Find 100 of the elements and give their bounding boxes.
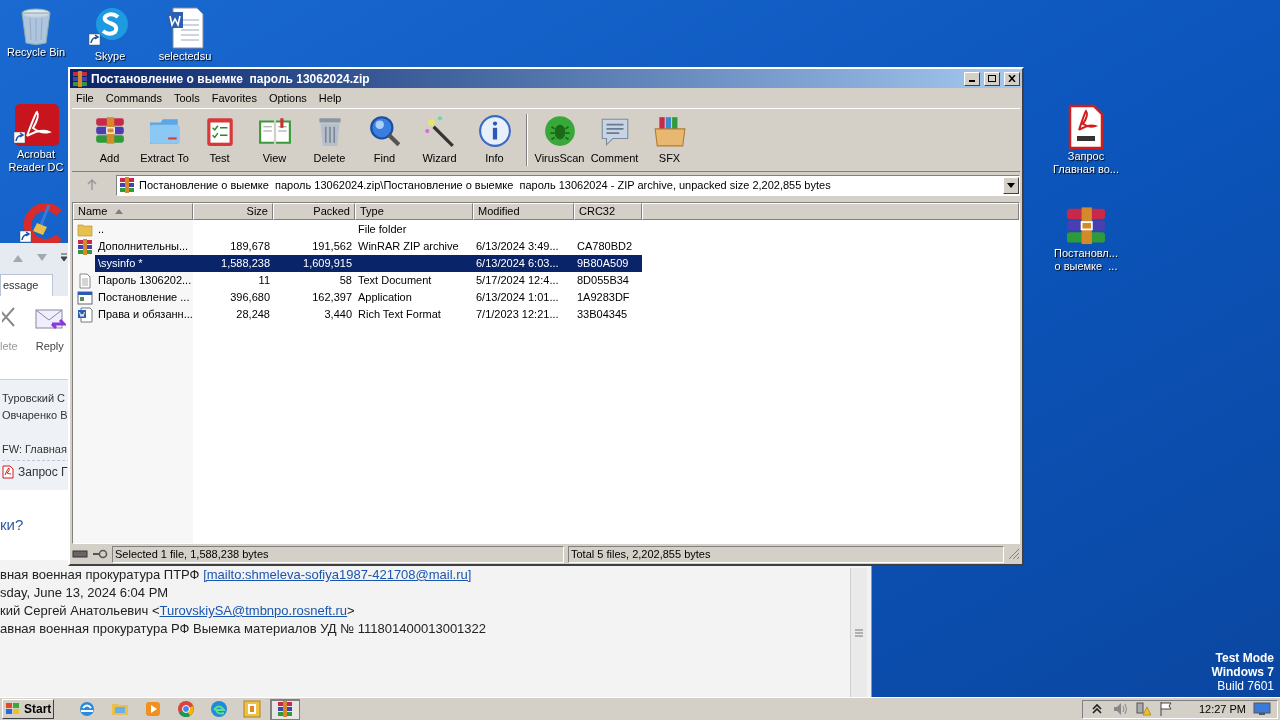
table-cell-text: 6/13/2024 6:03... [475,256,560,272]
show-desktop-icon[interactable] [1253,702,1271,716]
desktop-icon-label[interactable]: Запрос [1067,150,1105,163]
column-header[interactable]: Size [193,203,273,220]
file-row[interactable]: Права и обязанн... 28,248 3,440 Rich Text Format 7/1/2023 12:21... 33B04345 [95,306,642,323]
email-text-line: вная военная прокуратура ПТРФ [mailto:shmeleva-sofiya1987-421708@mail.ru] [0,566,473,584]
toolbar-button[interactable]: Delete [302,113,357,167]
table-cell-text: Rich Text Format [357,307,442,323]
ribbon-tab[interactable]: essage [0,274,54,296]
caret-icon [1007,182,1015,188]
word-document-icon [77,306,93,323]
file-name: Постановление ... [97,290,191,306]
archive-books-icon [72,70,88,87]
clock: 12:27 PM [1198,701,1246,717]
pdf-file-icon [1067,104,1105,150]
menu-item[interactable]: Favorites [206,89,262,107]
toolbar-button[interactable]: VirusScan [532,113,587,167]
scrollbar[interactable] [850,568,867,697]
menu-item[interactable]: Tools [169,89,205,107]
table-cell-text: 28,248 [235,307,271,323]
table-cell-text: 33B04345 [576,307,629,323]
file-row[interactable]: Постановление ... 396,680 162,397 Application 6/13/2024 1:01... 1A9283DF [95,289,642,306]
file-row[interactable]: .. File folder [95,221,642,238]
column-header[interactable]: Packed [273,203,355,220]
table-cell-text: Text Document [357,273,433,289]
scroll-grip-icon [855,628,863,637]
table-cell-text: 189,678 [229,239,271,255]
recipient-name: Туровский С [2,391,67,406]
email-text-line: кий Сергей Анатольевич <TurovskiySA@tmbnpo.rosneft.ru> [0,602,356,620]
ccleaner-icon [19,203,65,243]
file-row[interactable]: \sysinfo * 1,588,238 1,609,915 6/13/2024 6:03... 9B80A509 [95,255,642,272]
attachment-name[interactable]: Запрос Г [18,463,68,481]
edge-icon [210,700,228,718]
table-cell-text: Application [357,290,413,306]
desktop-icon-label[interactable]: о выемке ... [1054,260,1118,273]
resize-grip-icon[interactable] [1008,548,1020,560]
system-notice-text: Windows 7 [1211,665,1274,679]
email-link[interactable]: TurovskiySA@tmbnpo.rosneft.ru [159,603,348,618]
desktop-icon-label[interactable]: Постановл... [1054,247,1118,260]
file-name: Права и обязанн... [97,307,193,323]
dropdown-icon[interactable] [60,252,68,263]
maximize-button[interactable] [984,71,1000,86]
desktop-icon-label[interactable]: Reader DC [8,161,64,174]
toolbar-button[interactable]: Test [192,113,247,167]
toolbar-button[interactable]: Extract To [137,113,192,167]
column-header[interactable]: Type [355,203,473,220]
column-header[interactable]: Name [73,203,193,220]
file-row[interactable]: Пароль 1306202... 11 58 Text Document 5/17/2024 12:4... 8D055B34 [95,272,642,289]
table-cell-text: 5/17/2024 12:4... [475,273,560,289]
status-text: Total 5 files, 2,202,855 bytes [568,545,1004,563]
column-header[interactable]: Modified [473,203,574,220]
toolbar-button[interactable]: SFX [642,113,697,167]
start-button[interactable]: Start [2,699,54,719]
column-header[interactable]: CRC32 [574,203,642,220]
down-arrow-icon[interactable] [36,252,48,263]
desktop-icon-label[interactable]: Acrobat [17,148,55,161]
desktop-icon-label[interactable]: selectedsu [158,50,212,63]
info-icon [477,113,512,148]
toolbar-button[interactable]: Wizard [412,113,467,167]
sort-arrow-icon [115,209,124,214]
address-text: Постановление о выемке пароль 13062024.zip\Постановление о выемке пароль 13062024 - ZIP archive, unpacked size 2,202,855 bytes [139,177,832,193]
desktop-icon-label[interactable]: Skype [94,50,126,63]
toolbar-button[interactable]: Add [82,113,137,167]
menu-item[interactable]: Commands [100,89,167,107]
table-cell-text: 1,609,915 [302,256,353,272]
desktop-icon-label[interactable]: Recycle Bin [6,46,66,59]
network-icon[interactable] [1134,701,1151,717]
archive-books-icon [276,700,294,718]
table-cell-text: 9B80A509 [576,256,630,272]
toolbar-button[interactable]: Comment [587,113,642,167]
toolbar-button[interactable]: View [247,113,302,167]
table-cell-text: 6/13/2024 3:49... [475,239,560,255]
taskbar-app-button[interactable] [270,698,300,720]
toolbar-button[interactable]: Info [467,113,522,167]
text-file-icon [77,272,93,289]
ribbon-button[interactable]: Reply [33,304,66,355]
flag-icon[interactable] [1157,701,1174,717]
dropdown-button[interactable] [1003,176,1019,194]
application-icon [77,289,93,306]
menu-item[interactable]: Help [313,89,347,107]
status-text: Selected 1 file, 1,588,238 bytes [112,545,564,563]
file-name: \sysinfo * [97,256,144,272]
file-row[interactable]: Дополнительны... 189,678 191,562 WinRAR ZIP archive 6/13/2024 3:49... CA780BD2 [95,238,642,255]
menu-item[interactable]: File [71,89,99,107]
email-heading: ки? [0,514,24,535]
up-arrow-icon [86,179,98,191]
address-field[interactable]: Постановление о выемке пароль 13062024.zip\Постановление о выемке пароль 13062024 - ZIP archive, unpacked size 2,202,855 bytes [116,174,1020,196]
close-button[interactable] [1004,71,1020,86]
menu-item[interactable]: Options [263,89,312,107]
bug-icon [542,113,577,148]
email-link[interactable]: [mailto:shmeleva-sofiya1987-421708@mail.ru] [203,567,472,582]
table-cell-text: 8D055B34 [576,273,630,289]
minimize-button[interactable] [964,71,980,86]
desktop-icon-label[interactable]: Главная во... [1053,163,1119,176]
speaker-icon[interactable] [1111,701,1128,717]
toolbar-button[interactable]: Find [357,113,412,167]
table-cell-text: 3,440 [323,307,353,323]
table-cell-text: 6/13/2024 1:01... [475,290,560,306]
drive-icon [72,549,88,559]
folder-icon [77,221,93,238]
